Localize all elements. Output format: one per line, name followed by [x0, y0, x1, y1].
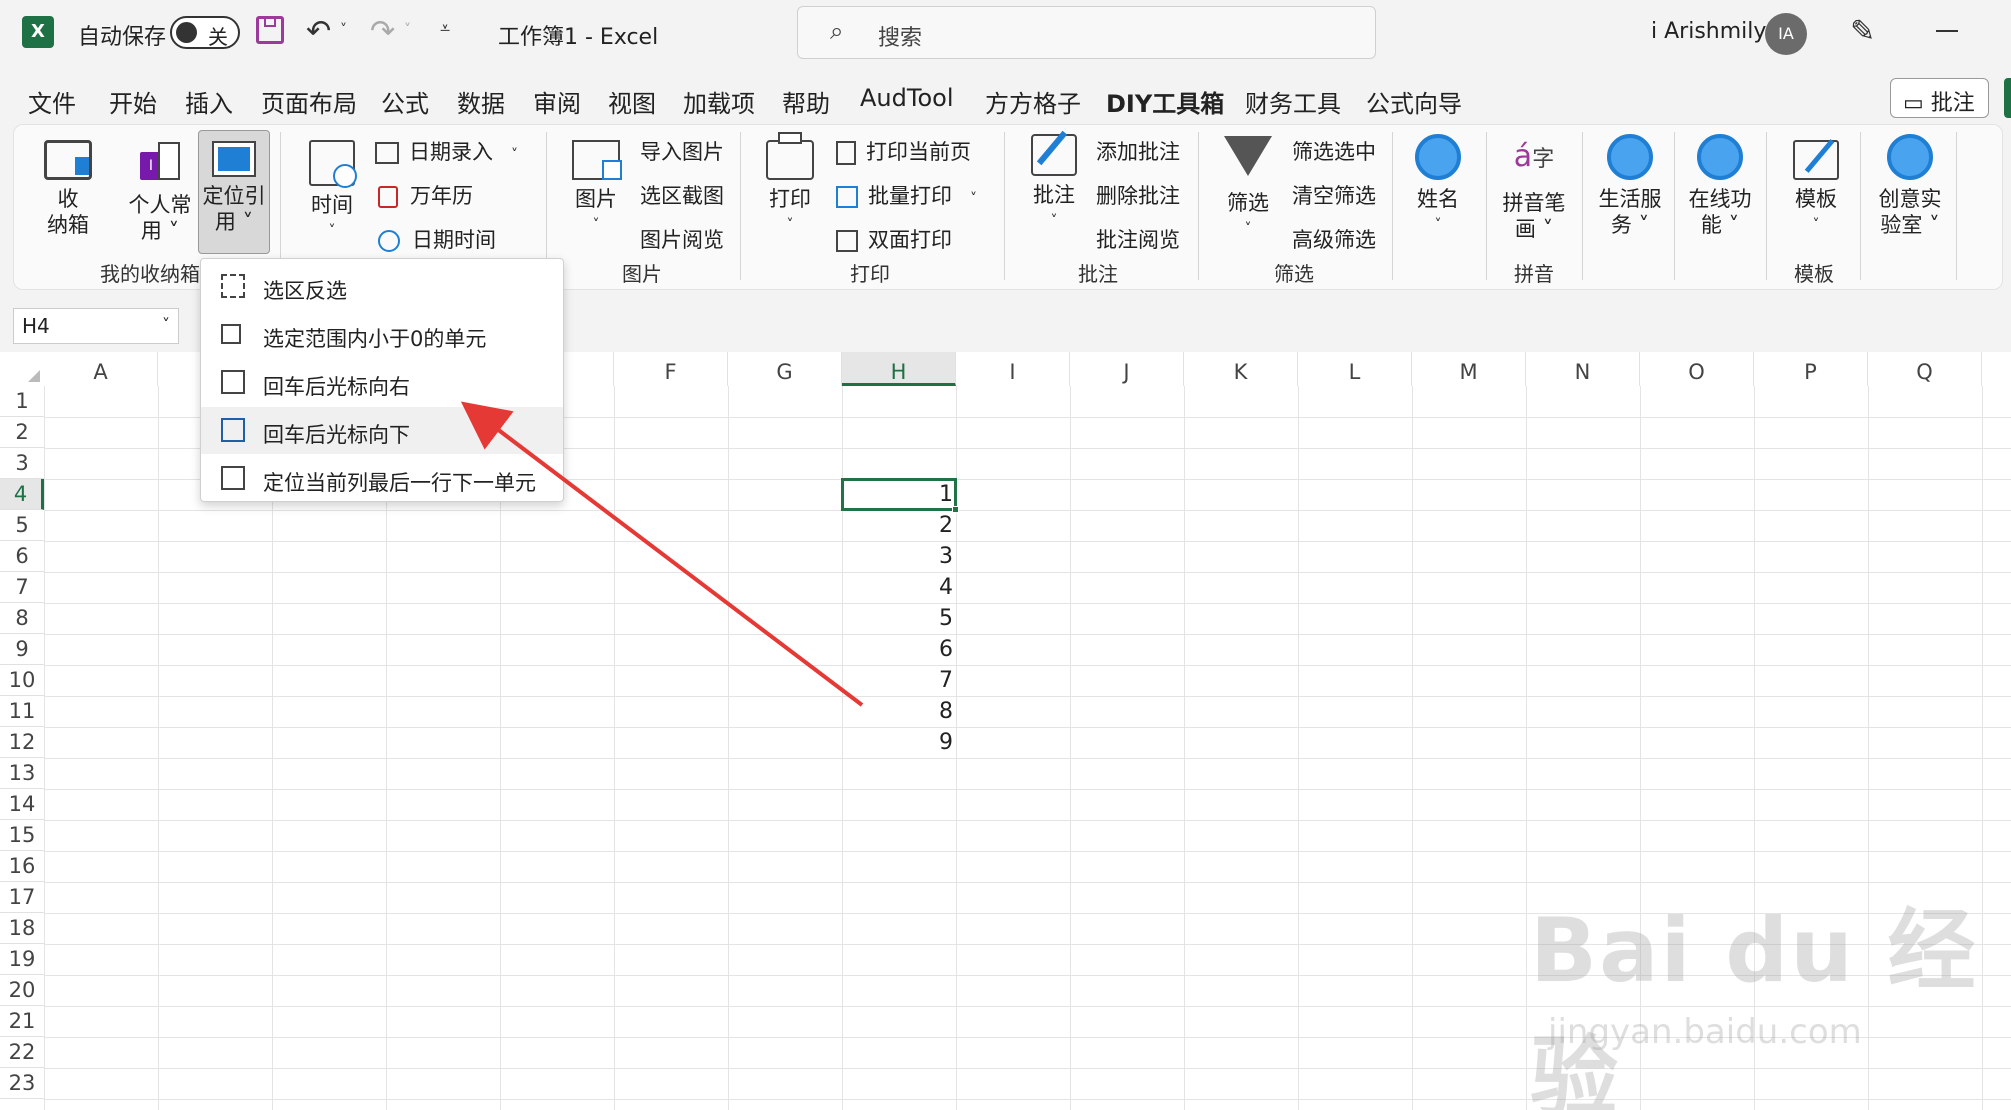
baidu-watermark-url: jingyan.baidu.com [1548, 1012, 1862, 1052]
baidu-watermark: Bai du 经验 [1530, 899, 1978, 1110]
excel-window: X 自动保存 关 ↶ ˅ ↷ ˅ ⩡ 工作簿1 - Excel ⌕ 搜索 i A… [0, 0, 2011, 1110]
